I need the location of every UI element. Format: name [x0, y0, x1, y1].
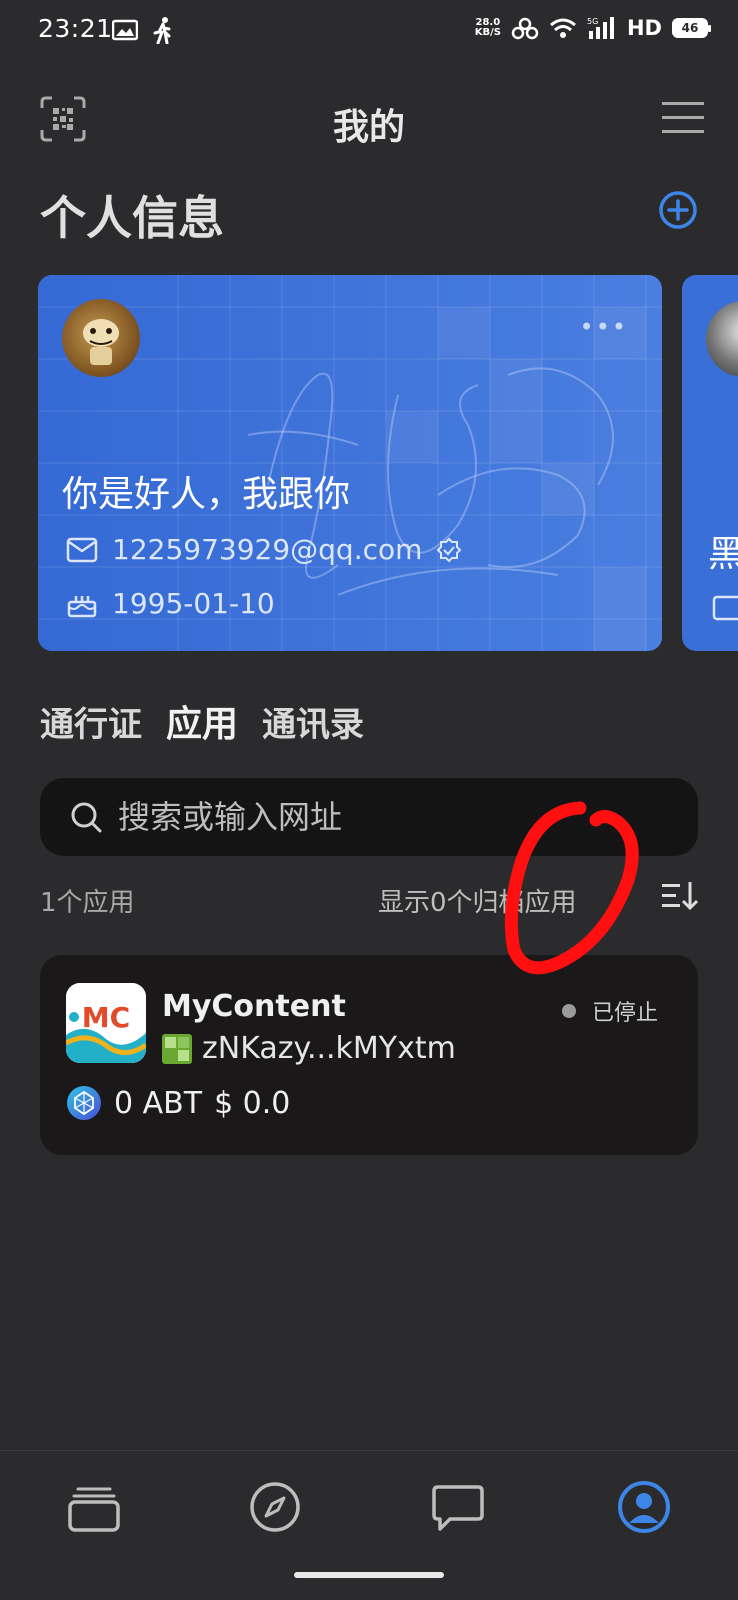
walking-activity-icon: [153, 17, 171, 44]
network-speed: 28.0 KB/S: [474, 17, 501, 38]
gallery-notification-icon: [112, 19, 138, 41]
search-icon: [71, 802, 102, 833]
profile-name: 黑: [708, 534, 738, 575]
profile-birthday: 1995-01-10: [112, 587, 275, 620]
profile-email-row: 1225973929@qq.com: [66, 533, 462, 566]
tab-apps[interactable]: 应用: [166, 695, 238, 747]
profile-birthday-row: 1995-01-10: [66, 587, 275, 620]
birthday-cake-icon: [67, 595, 97, 617]
profile-card[interactable]: ••• 你是好人，我跟你 1225973929@qq.com 1995-01-1…: [38, 275, 662, 651]
status-bar: 23:21 28.0 KB/S 5G HD 46: [0, 0, 738, 62]
more-options-icon[interactable]: •••: [580, 313, 628, 341]
search-bar[interactable]: [40, 778, 698, 856]
compass-icon[interactable]: [247, 1479, 303, 1535]
email-icon: [712, 595, 738, 621]
hd-indicator: HD: [626, 16, 662, 40]
tab-contacts[interactable]: 通讯录: [262, 697, 364, 746]
app-status: 已停止: [561, 995, 658, 1027]
battery-icon: 46: [672, 18, 711, 38]
app-balance-token: 0 ABT: [114, 1085, 203, 1121]
did-avatar-icon: [162, 1033, 192, 1064]
profile-name: 你是好人，我跟你: [62, 474, 351, 515]
email-icon: [66, 537, 98, 562]
profile-section-title: 个人信息: [40, 191, 224, 245]
tab-bar: 通行证 应用 通讯录: [40, 695, 364, 747]
profile-icon[interactable]: [616, 1479, 672, 1535]
app-list-item[interactable]: MC MyContent 已停止 zNKazy...kMYxtm 0 ABT $…: [40, 955, 698, 1155]
app-count: 1个应用: [40, 888, 135, 918]
page-title: 我的: [332, 107, 405, 148]
app-balance-row: 0 ABT $ 0.0: [66, 1085, 290, 1121]
app-status-label: 已停止: [591, 1001, 658, 1026]
app-did: zNKazy...kMYxtm: [202, 1031, 456, 1066]
avatar: [62, 299, 140, 377]
app-name: MyContent: [162, 989, 346, 1024]
search-input[interactable]: [118, 798, 638, 836]
add-profile-icon[interactable]: [658, 190, 698, 230]
show-archived-button[interactable]: 显示0个归档应用: [378, 882, 577, 919]
wallet-icon[interactable]: [66, 1479, 122, 1535]
profile-card-next[interactable]: 黑: [682, 275, 738, 651]
verified-badge-icon: [436, 537, 462, 562]
header: 我的: [0, 82, 738, 154]
home-indicator: [294, 1572, 444, 1578]
signal-5g-icon: 5G: [587, 17, 614, 39]
menu-icon[interactable]: [662, 100, 704, 136]
abt-token-icon: [67, 1086, 101, 1120]
hotspot-icon: [511, 17, 539, 40]
profile-email: 1225973929@qq.com: [112, 533, 423, 566]
svg-text:5G: 5G: [587, 17, 598, 26]
wifi-icon: [550, 18, 576, 38]
tab-pass[interactable]: 通行证: [40, 697, 142, 746]
chat-icon[interactable]: [430, 1479, 486, 1535]
app-balance-usd: $ 0.0: [214, 1085, 291, 1121]
status-dot: [561, 1004, 576, 1018]
apps-list-header: 1个应用 显示0个归档应用: [40, 880, 700, 920]
sort-icon[interactable]: [662, 880, 698, 912]
status-time: 23:21: [38, 14, 113, 43]
svg-text:MC: MC: [82, 1001, 130, 1034]
avatar: [706, 301, 738, 377]
app-did-row: zNKazy...kMYxtm: [162, 1031, 456, 1066]
app-logo: MC: [66, 983, 146, 1063]
